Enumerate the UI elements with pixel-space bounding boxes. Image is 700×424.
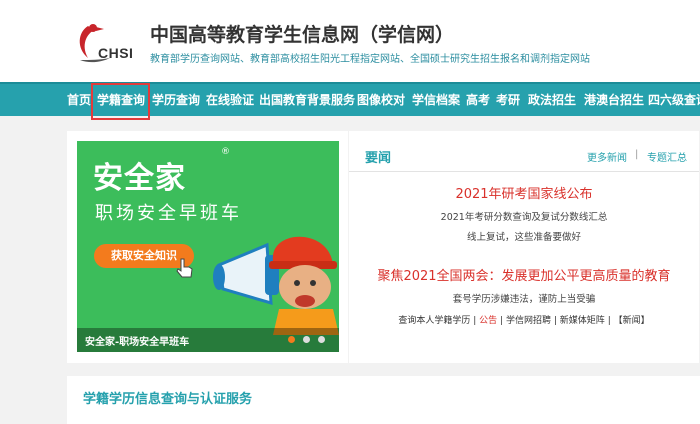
highlight-box [91,83,150,120]
headline-2[interactable]: 聚焦2021全国两会：发展更加公平更高质量的教育 [349,265,699,284]
nav-item-online-verify[interactable]: 在线验证 [206,84,254,116]
hand-pointer-icon [176,258,193,278]
chsi-logo[interactable]: CHSI [74,18,138,68]
nav-item-home[interactable]: 首页 [67,84,91,116]
news-heading: 要闻 [365,151,392,166]
megaphone-worker-illustration [213,236,339,335]
banner-caption: 安全家-职场安全早班车 [85,337,190,348]
site-subtitle: 教育部学历查询网站、教育部高校招生阳光工程指定网站、全国硕士研究生招生报名和调剂… [150,54,590,65]
nav-item-law-admission[interactable]: 政法招生 [528,84,576,116]
nav-item-abroad-service[interactable]: 出国教育背景服务 [259,84,355,116]
more-news-link[interactable]: 更多新闻 [587,149,627,164]
news-divider-line [349,171,699,172]
services-heading: 学籍学历信息查询与认证服务 [83,392,253,407]
registered-mark: ® [221,147,230,157]
nav-item-hmt-admission[interactable]: 港澳台招生 [584,84,644,116]
self-query-link[interactable]: 查询本人学籍学历 [398,316,470,326]
banner-caption-bar: 安全家-职场安全早班车 [77,328,339,352]
promo-banner[interactable]: 安全家 ® 职场安全早班车 获取安全知识 安全家-职场安全早班车 [77,141,339,352]
notice-link[interactable]: 公告 [479,316,497,326]
news-line-1[interactable]: 2021年考研分数查询及复试分数线汇总 [349,209,699,223]
logo-text: CHSI [98,45,134,61]
banner-subtitle: 职场安全早班车 [95,203,242,224]
site-header: CHSI 中国高等教育学生信息网（学信网） 教育部学历查询网站、教育部高校招生阳… [0,0,700,82]
headline-1[interactable]: 2021年研考国家线公布 [349,183,699,202]
topics-link[interactable]: 专题汇总 [647,149,687,164]
news-divider: | [635,149,639,160]
services-panel: 学籍学历信息查询与认证服务 [67,376,700,424]
banner-title: 安全家 [93,161,186,196]
slide-dot-2[interactable] [303,336,310,343]
recruitment-link[interactable]: 学信网招聘 [506,316,551,326]
site-title: 中国高等教育学生信息网（学信网） [150,24,455,46]
nav-item-archive[interactable]: 学信档案 [412,84,460,116]
news-tag-link[interactable]: 【新闻】 [614,316,650,326]
news-line-3[interactable]: 套号学历涉嫌违法，谨防上当受骗 [349,291,699,305]
banner-panel: 安全家 ® 职场安全早班车 获取安全知识 安全家-职场安全早班车 [67,131,348,363]
slide-dot-1[interactable] [288,336,295,343]
nav-item-xueli-query[interactable]: 学历查询 [152,84,200,116]
new-media-link[interactable]: 新媒体矩阵 [560,316,605,326]
quick-links: 查询本人学籍学历 | 公告 | 学信网招聘 | 新媒体矩阵 | 【新闻】 [398,316,650,326]
news-line-2[interactable]: 线上复试，这些准备要做好 [349,229,699,243]
nav-item-kaoyan[interactable]: 考研 [496,84,520,116]
nav-item-cet[interactable]: 四六级查询 [648,84,700,116]
slide-dot-3[interactable] [318,336,325,343]
nav-item-image-check[interactable]: 图像校对 [357,84,405,116]
nav-item-gaokao[interactable]: 高考 [466,84,490,116]
news-panel: 要闻 更多新闻 | 专题汇总 2021年研考国家线公布 2021年考研分数查询及… [349,131,699,363]
